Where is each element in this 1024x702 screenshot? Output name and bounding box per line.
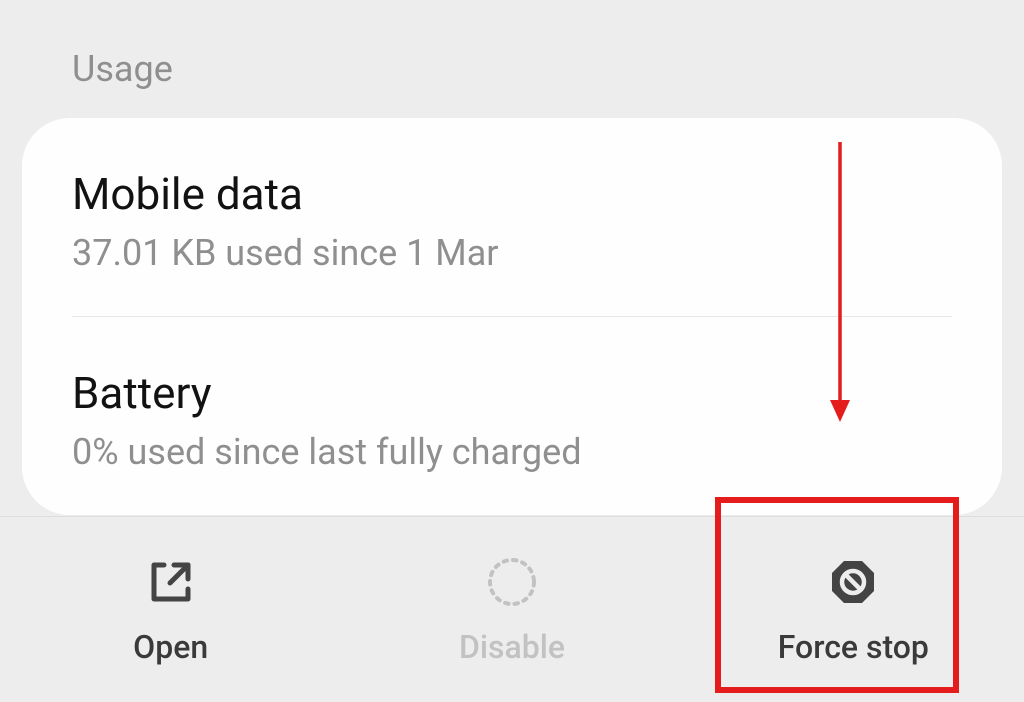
force-stop-button[interactable]: Force stop: [683, 517, 1024, 702]
force-stop-label: Force stop: [778, 628, 929, 666]
disable-icon: [485, 554, 539, 610]
open-icon: [146, 554, 196, 610]
disable-label: Disable: [459, 628, 565, 666]
force-stop-icon: [827, 554, 879, 610]
battery-title: Battery: [72, 367, 952, 419]
battery-subtitle: 0% used since last fully charged: [72, 431, 952, 473]
battery-item[interactable]: Battery 0% used since last fully charged: [72, 317, 952, 515]
section-header-usage: Usage: [0, 0, 1024, 118]
mobile-data-subtitle: 37.01 KB used since 1 Mar: [72, 232, 952, 274]
open-label: Open: [133, 628, 208, 666]
disable-button[interactable]: Disable: [341, 517, 682, 702]
bottom-action-bar: Open Disable Force stop: [0, 516, 1024, 702]
usage-card: Mobile data 37.01 KB used since 1 Mar Ba…: [22, 118, 1002, 515]
mobile-data-title: Mobile data: [72, 168, 952, 220]
mobile-data-item[interactable]: Mobile data 37.01 KB used since 1 Mar: [72, 118, 952, 317]
open-button[interactable]: Open: [0, 517, 341, 702]
